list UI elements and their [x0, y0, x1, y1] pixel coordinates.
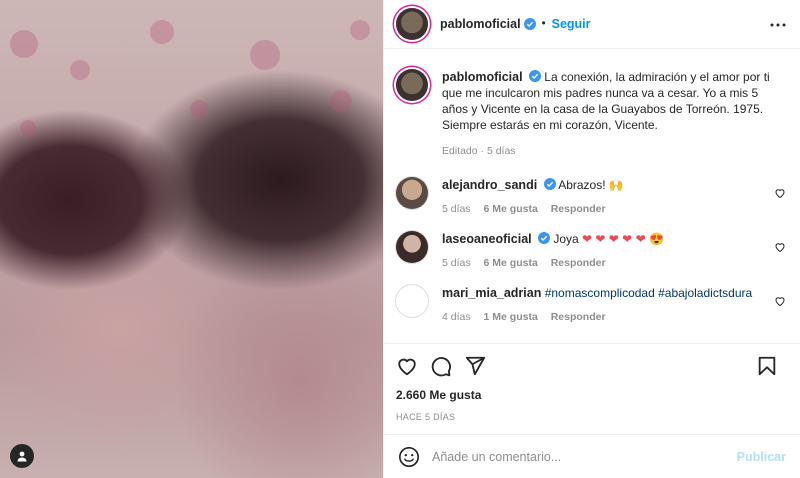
post-header: pablomoficial • Seguir [384, 0, 800, 49]
list-item: laseoaneoficial Joya ❤ ❤ ❤ ❤ ❤ 😍 5 días … [396, 231, 788, 271]
comment-box: Publicar [384, 434, 800, 478]
verified-icon [537, 232, 550, 244]
comment-username[interactable]: laseoaneoficial [442, 232, 532, 246]
comment-likes[interactable]: 1 Me gusta [484, 311, 538, 323]
emoji-icon[interactable] [398, 446, 420, 468]
comment-emoji: 😍 [648, 232, 664, 246]
verified-icon [523, 18, 536, 30]
comment-username[interactable]: alejandro_sandi [442, 178, 537, 192]
separator-dot: • [541, 18, 546, 30]
post-time[interactable]: HACE 5 DÍAS [396, 412, 788, 422]
list-item: alejandro_sandi Abrazos! 🙌 5 días 6 Me g… [396, 177, 788, 217]
follow-button[interactable]: Seguir [552, 17, 591, 31]
user-tag-icon[interactable] [10, 444, 34, 468]
list-item: mari_mia_adrian #nomascomplicodad #abajo… [396, 285, 788, 325]
comment-time[interactable]: 4 días [442, 311, 471, 323]
post-actions: 2.660 Me gusta HACE 5 DÍAS [384, 343, 800, 422]
comment-text: Joya [553, 232, 579, 246]
comment-username[interactable]: mari_mia_adrian [442, 286, 541, 300]
heart-icon[interactable] [396, 355, 418, 377]
likes-count[interactable]: 2.660 Me gusta [396, 388, 788, 402]
publish-button[interactable]: Publicar [737, 450, 786, 464]
post-panel: pablomoficial • Seguir pablomoficial La … [383, 0, 800, 478]
save-icon[interactable] [756, 355, 778, 377]
comment-text: Abrazos! 🙌 [558, 178, 624, 192]
comment-time[interactable]: 5 días [442, 203, 471, 215]
reply-button[interactable]: Responder [551, 311, 606, 323]
heart-icon[interactable] [774, 241, 786, 253]
verified-icon [528, 70, 541, 82]
caption-username[interactable]: pablomoficial [442, 70, 523, 84]
comment-icon[interactable] [430, 355, 452, 377]
header-username[interactable]: pablomoficial [440, 17, 521, 31]
post-photo[interactable] [0, 0, 383, 478]
reply-button[interactable]: Responder [551, 203, 606, 215]
avatar[interactable] [396, 69, 428, 101]
comment-input[interactable] [432, 449, 737, 464]
caption: pablomoficial La conexión, la admiración… [396, 69, 788, 159]
heart-icon[interactable] [774, 187, 786, 199]
comments-list[interactable]: pablomoficial La conexión, la admiración… [384, 49, 800, 343]
heart-icon[interactable] [774, 295, 786, 307]
comment-time[interactable]: 5 días [442, 257, 471, 269]
avatar[interactable] [396, 285, 428, 317]
more-icon[interactable] [770, 18, 786, 32]
caption-meta: Editado · 5 días [442, 145, 516, 157]
avatar[interactable] [396, 8, 428, 40]
avatar[interactable] [396, 231, 428, 263]
comment-hearts: ❤ ❤ ❤ ❤ ❤ [582, 232, 646, 246]
share-icon[interactable] [464, 355, 486, 377]
comment-likes[interactable]: 6 Me gusta [484, 257, 538, 269]
comment-hashtags[interactable]: #nomascomplicodad #abajoladictsdura [545, 286, 752, 300]
verified-icon [543, 178, 556, 190]
reply-button[interactable]: Responder [551, 257, 606, 269]
comment-likes[interactable]: 6 Me gusta [484, 203, 538, 215]
avatar[interactable] [396, 177, 428, 209]
